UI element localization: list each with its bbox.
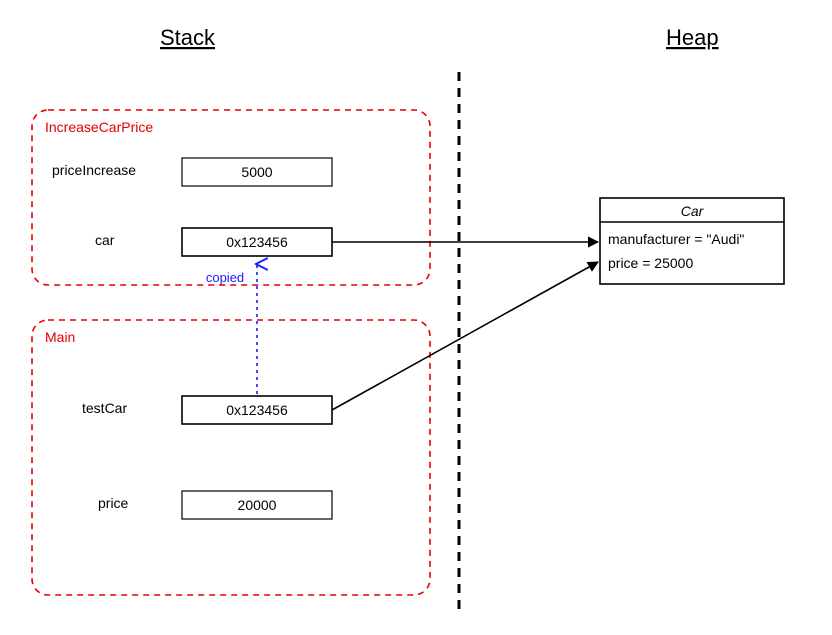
memory-diagram: Stack Heap IncreaseCarPrice priceIncreas… <box>0 0 832 635</box>
frame-increase <box>32 110 430 285</box>
var-car-value: 0x123456 <box>226 234 288 250</box>
heap-object: Car manufacturer = "Audi" price = 25000 <box>600 198 784 284</box>
heap-object-class: Car <box>681 203 705 219</box>
var-car-label: car <box>95 232 115 248</box>
var-testCar-label: testCar <box>82 400 127 416</box>
heap-object-field-manufacturer: manufacturer = "Audi" <box>608 231 744 247</box>
heap-object-field-price: price = 25000 <box>608 255 693 271</box>
var-priceIncrease-label: priceIncrease <box>52 162 136 178</box>
frame-main <box>32 320 430 595</box>
var-price-label: price <box>98 495 129 511</box>
var-priceIncrease-value: 5000 <box>241 164 272 180</box>
var-price-value: 20000 <box>238 497 277 513</box>
copied-label: copied <box>206 270 244 285</box>
var-testCar-value: 0x123456 <box>226 402 288 418</box>
stack-title: Stack <box>160 25 216 50</box>
pointer-testCar-to-heap <box>332 262 598 410</box>
heap-title: Heap <box>666 25 719 50</box>
frame-increase-label: IncreaseCarPrice <box>45 119 153 135</box>
frame-main-label: Main <box>45 329 75 345</box>
